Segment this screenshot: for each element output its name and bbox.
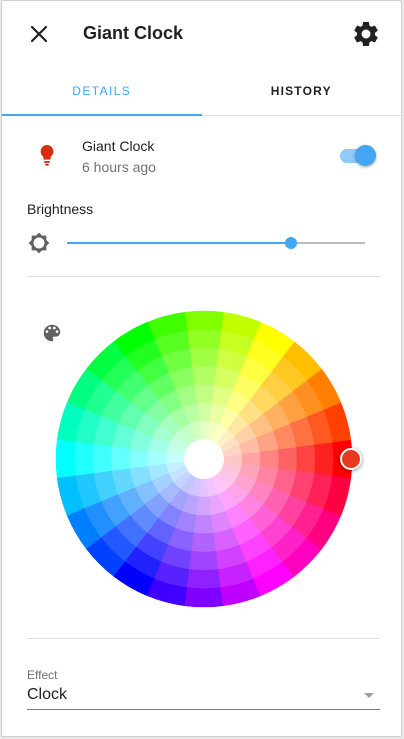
effect-label: Effect <box>27 668 58 682</box>
tab-details[interactable]: DETAILS <box>2 67 202 115</box>
color-wheel-segment[interactable] <box>73 441 94 477</box>
color-wheel-segment[interactable] <box>193 514 215 535</box>
power-toggle[interactable] <box>338 145 376 167</box>
color-wheel-segment[interactable] <box>191 365 217 386</box>
color-wheel[interactable] <box>54 309 354 609</box>
effect-dropdown[interactable]: Clock <box>27 683 380 710</box>
color-wheel-segment[interactable] <box>184 310 224 331</box>
brightness-slider[interactable] <box>67 233 365 253</box>
color-wheel-segment[interactable] <box>191 532 217 553</box>
entity-last-changed: 6 hours ago <box>82 159 156 175</box>
chevron-down-icon <box>364 693 374 698</box>
tab-bar: DETAILS HISTORY <box>2 67 401 116</box>
color-wheel-segment[interactable] <box>55 439 76 479</box>
slider-fill <box>67 242 291 244</box>
effect-value: Clock <box>27 686 68 703</box>
color-wheel-segment[interactable] <box>186 569 222 590</box>
slider-knob[interactable] <box>284 237 297 249</box>
brightness-label: Brightness <box>27 201 94 217</box>
color-wheel-segment[interactable] <box>128 448 149 470</box>
dialog-title: Giant Clock <box>83 23 184 43</box>
toggle-thumb <box>355 145 376 166</box>
tab-history[interactable]: HISTORY <box>202 67 402 115</box>
close-icon <box>30 25 48 43</box>
settings-button[interactable] <box>351 19 381 49</box>
lightbulb-icon <box>40 145 54 166</box>
color-wheel-graphic[interactable] <box>54 309 354 609</box>
entity-name: Giant Clock <box>82 138 155 154</box>
divider <box>27 276 380 277</box>
color-wheel-segment[interactable] <box>110 446 131 472</box>
color-wheel-segment[interactable] <box>92 444 112 474</box>
color-wheel-segment[interactable] <box>186 328 222 349</box>
color-wheel-segment[interactable] <box>314 441 335 477</box>
color-wheel-segment[interactable] <box>189 551 219 571</box>
color-wheel-segment[interactable] <box>296 444 316 474</box>
dialog-header: Giant Clock <box>2 1 401 67</box>
close-button[interactable] <box>24 19 54 49</box>
color-wheel-segment[interactable] <box>193 383 215 404</box>
brightness-icon <box>28 232 50 254</box>
color-wheel-marker[interactable] <box>340 448 362 470</box>
color-wheel-segment[interactable] <box>259 448 280 470</box>
color-wheel-segment[interactable] <box>277 446 298 472</box>
color-wheel-segment[interactable] <box>189 347 219 367</box>
divider <box>27 638 380 639</box>
entity-row: Giant Clock 6 hours ago <box>2 129 401 185</box>
gear-icon <box>354 21 378 46</box>
more-info-dialog: Giant Clock DETAILS HISTORY Giant Clock … <box>1 0 402 737</box>
color-wheel-segment[interactable] <box>184 587 224 608</box>
active-tab-indicator <box>2 114 202 116</box>
color-wheel-center[interactable] <box>184 439 224 479</box>
